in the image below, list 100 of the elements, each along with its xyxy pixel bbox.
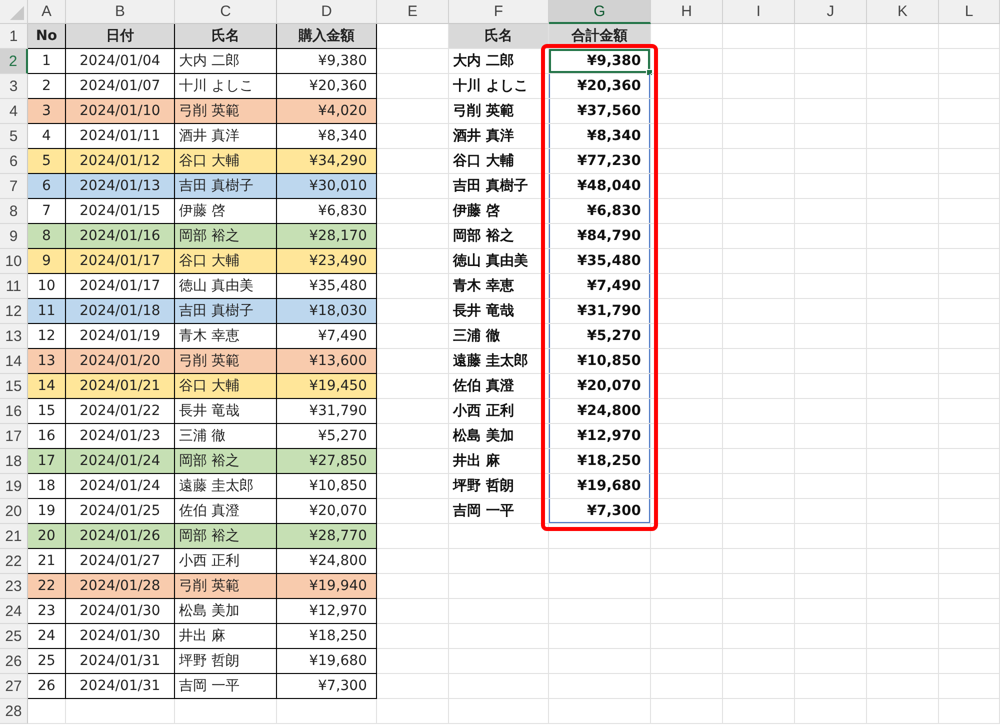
empty-cell [651,199,723,224]
row-header[interactable]: 14 [0,349,28,374]
row-header[interactable]: 15 [0,374,28,399]
empty-cell [377,74,449,99]
table-cell: ¥19,940 [277,574,377,599]
empty-cell [723,149,795,174]
empty-cell [377,324,449,349]
row-header[interactable]: 3 [0,74,28,99]
row-header[interactable]: 27 [0,674,28,699]
column-header[interactable]: H [651,0,723,24]
table-cell: 谷口 大輔 [175,374,277,399]
table-cell: 8 [28,224,66,249]
table-cell: 十川 よしこ [449,74,549,99]
empty-cell [795,399,867,424]
column-header[interactable]: D [277,0,377,24]
empty-cell [723,374,795,399]
row-header[interactable]: 13 [0,324,28,349]
table-cell: 吉岡 一平 [449,499,549,524]
row-header[interactable]: 6 [0,149,28,174]
column-header[interactable]: E [377,0,449,24]
table-cell: 22 [28,574,66,599]
row-header[interactable]: 21 [0,524,28,549]
empty-cell [651,274,723,299]
row-header[interactable]: 26 [0,649,28,674]
row-header[interactable]: 12 [0,299,28,324]
row-header[interactable]: 19 [0,474,28,499]
empty-cell [795,274,867,299]
table-cell: ¥24,800 [549,399,651,424]
row-header[interactable]: 16 [0,399,28,424]
table-cell: ¥7,300 [277,674,377,699]
table-cell: ¥6,830 [549,199,651,224]
row-header[interactable]: 11 [0,274,28,299]
column-heading: 日付 [66,24,175,49]
empty-cell [939,649,1000,674]
empty-cell [377,599,449,624]
row-header[interactable]: 7 [0,174,28,199]
empty-cell [795,599,867,624]
table-cell: ¥12,970 [549,424,651,449]
empty-cell [795,424,867,449]
row-header[interactable]: 2 [0,49,28,74]
empty-cell [723,124,795,149]
row-header[interactable]: 25 [0,624,28,649]
row-header[interactable]: 22 [0,549,28,574]
row-header[interactable]: 24 [0,599,28,624]
row-header[interactable]: 4 [0,99,28,124]
table-cell: 佐伯 真澄 [449,374,549,399]
row-header[interactable]: 1 [0,24,28,49]
table-cell: ¥9,380 [277,49,377,74]
column-header[interactable]: F [449,0,549,24]
empty-cell [651,624,723,649]
empty-cell [651,124,723,149]
row-header[interactable]: 10 [0,249,28,274]
empty-cell [651,299,723,324]
empty-cell [651,399,723,424]
empty-cell [723,699,795,724]
row-header[interactable]: 8 [0,199,28,224]
table-cell: 2024/01/16 [66,224,175,249]
empty-cell [377,649,449,674]
empty-cell [651,174,723,199]
row-header[interactable]: 9 [0,224,28,249]
empty-cell [867,199,939,224]
empty-cell [795,49,867,74]
row-header[interactable]: 17 [0,424,28,449]
empty-cell [795,249,867,274]
table-cell: 弓削 英範 [175,99,277,124]
row-header[interactable]: 18 [0,449,28,474]
row-header[interactable]: 5 [0,124,28,149]
empty-cell [939,274,1000,299]
table-cell: ¥5,270 [549,324,651,349]
empty-cell [723,224,795,249]
empty-cell [867,224,939,249]
table-cell: ¥13,600 [277,349,377,374]
empty-cell [723,74,795,99]
table-cell: ¥30,010 [277,174,377,199]
empty-cell [867,374,939,399]
column-header[interactable]: A [28,0,66,24]
row-header[interactable]: 23 [0,574,28,599]
column-heading: No [28,24,66,49]
column-header[interactable]: G [549,0,651,24]
empty-cell [867,49,939,74]
column-header[interactable]: J [795,0,867,24]
table-cell: 13 [28,349,66,374]
empty-cell [377,499,449,524]
column-header[interactable]: I [723,0,795,24]
empty-cell [377,549,449,574]
column-header[interactable]: B [66,0,175,24]
column-header[interactable]: L [939,0,1000,24]
empty-cell [867,324,939,349]
row-header[interactable]: 20 [0,499,28,524]
row-header[interactable]: 28 [0,699,28,724]
empty-cell [723,549,795,574]
table-cell: ¥7,490 [549,274,651,299]
column-header[interactable]: C [175,0,277,24]
table-cell: 坪野 哲朗 [175,649,277,674]
empty-cell [939,549,1000,574]
empty-cell [795,74,867,99]
table-cell: 伊藤 啓 [449,199,549,224]
column-header[interactable]: K [867,0,939,24]
empty-cell [867,99,939,124]
empty-cell [651,549,723,574]
